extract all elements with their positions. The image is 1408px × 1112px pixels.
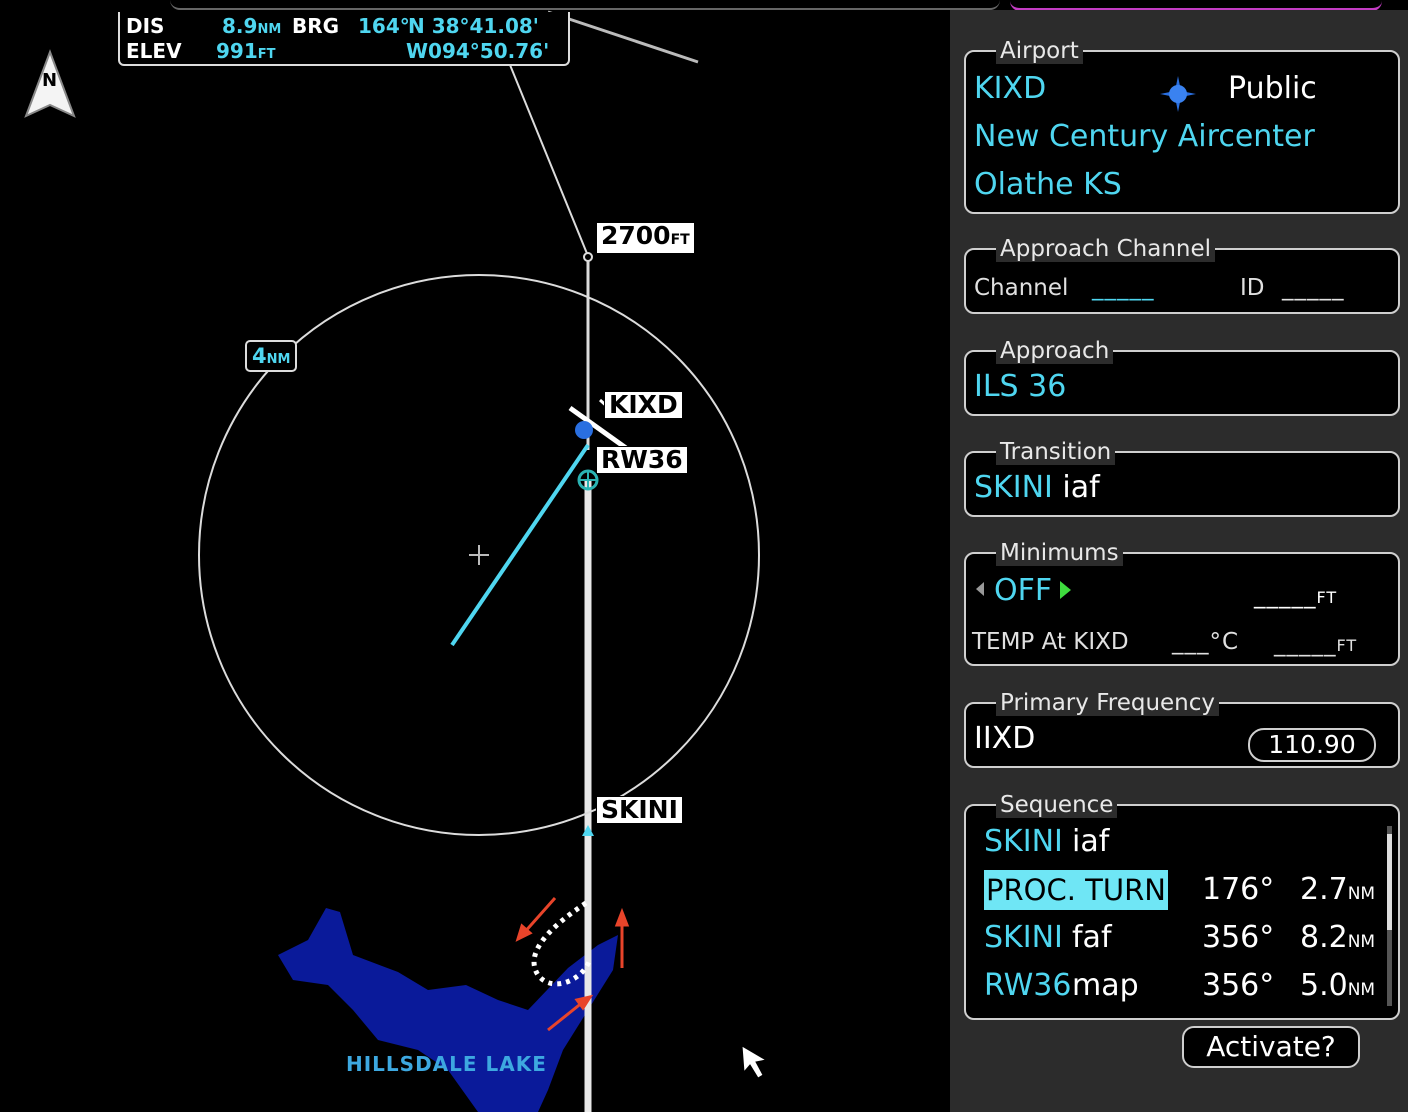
map-center-cross: [469, 545, 489, 565]
sequence-course: 356°: [1202, 968, 1275, 1003]
sequence-title: Sequence: [996, 792, 1118, 818]
moving-map[interactable]: N DIS 8.9NM BRG 164° N 38°41.08' ELEV 99…: [8, 10, 950, 1112]
sequence-fix: SKINI: [984, 920, 1063, 955]
id-value: _____: [1282, 275, 1345, 301]
sequence-box[interactable]: Sequence SKINI iaf PROC. TURN 176° 2.7NM…: [964, 792, 1400, 1020]
sequence-row[interactable]: PROC. TURN 176° 2.7NM: [984, 870, 1379, 912]
sequence-distance: 2.7NM: [1300, 872, 1376, 907]
approach-channel-title: Approach Channel: [996, 236, 1216, 262]
temp-alt-value: _____FT: [1274, 631, 1358, 657]
transition-suffix: iaf: [1062, 470, 1100, 505]
airport-name: New Century Aircenter: [974, 119, 1315, 154]
airport-city: Olathe KS: [974, 167, 1122, 202]
page-title-tab: [170, 0, 1000, 10]
public-airport-icon: [1160, 76, 1196, 112]
frequency-ident: IIXD: [974, 721, 1036, 756]
sequence-course: 176°: [1202, 872, 1275, 907]
primary-frequency-title: Primary Frequency: [996, 690, 1220, 716]
approach-title: Approach: [996, 338, 1114, 364]
map-info-box: DIS 8.9NM BRG 164° N 38°41.08' ELEV 991F…: [118, 12, 570, 66]
transition-title: Transition: [996, 439, 1116, 465]
range-ring-label: 4NM: [245, 340, 298, 372]
sequence-row[interactable]: SKINI faf 356° 8.2NM: [984, 918, 1379, 960]
runway-map-label[interactable]: RW36: [596, 446, 688, 474]
sequence-distance: 8.2NM: [1300, 920, 1376, 955]
airport-title: Airport: [996, 38, 1083, 64]
top-header-strip: [0, 0, 1408, 11]
approach-loading-panel: Airport KIXD Public New Century Aircente…: [950, 10, 1408, 1112]
sequence-row[interactable]: RW36 map 356° 5.0NM: [984, 966, 1379, 1008]
minimums-left-arrow-icon[interactable]: [976, 582, 984, 596]
waypoint-2700: [583, 252, 593, 262]
sequence-type: iaf: [1072, 824, 1110, 859]
skini-fix-marker: [582, 825, 594, 836]
airport-map-label[interactable]: KIXD: [604, 391, 683, 419]
latitude-value: N 38°41.08': [408, 14, 539, 38]
course-line-to-2700: [507, 59, 589, 257]
altitude-label: 2700FT: [596, 222, 695, 254]
minimums-right-arrow-icon[interactable]: [1060, 581, 1071, 599]
minimums-mode[interactable]: OFF: [994, 574, 1052, 608]
transition-value[interactable]: SKINI iaf: [974, 471, 1100, 505]
dis-label: DIS: [126, 14, 165, 38]
aircraft-track-line: [450, 443, 590, 647]
id-label: ID: [1240, 275, 1265, 301]
north-label: N: [42, 70, 58, 91]
course-line-top-right: [547, 10, 699, 64]
airport-box[interactable]: Airport KIXD Public New Century Aircente…: [964, 38, 1400, 214]
airport-symbol: [575, 421, 593, 439]
longitude-value: W094°50.76': [406, 39, 550, 63]
activate-button[interactable]: Activate?: [1182, 1026, 1360, 1068]
sequence-fix: SKINI: [984, 824, 1063, 859]
elev-label: ELEV: [126, 39, 182, 63]
approach-channel-box[interactable]: Approach Channel Channel _____ ID _____: [964, 236, 1400, 314]
sequence-course: 356°: [1202, 920, 1275, 955]
mouse-cursor-icon: [741, 1045, 768, 1079]
temp-label: TEMP At KIXD: [972, 629, 1129, 655]
primary-frequency-box[interactable]: Primary Frequency IIXD 110.90: [964, 690, 1400, 768]
channel-value[interactable]: _____: [1092, 274, 1155, 302]
frequency-button[interactable]: 110.90: [1248, 728, 1376, 762]
approach-box[interactable]: Approach ILS 36: [964, 338, 1400, 416]
temp-value: ___°C: [1172, 629, 1240, 655]
approach-value[interactable]: ILS 36: [974, 370, 1066, 404]
minimums-value: _____FT: [1254, 583, 1338, 609]
sequence-type: faf: [1072, 920, 1112, 955]
minimums-title: Minimums: [996, 540, 1123, 566]
sequence-row[interactable]: SKINI iaf: [984, 822, 1379, 864]
sequence-type: map: [1072, 968, 1139, 1003]
brg-label: BRG: [292, 14, 340, 38]
elev-value: 991: [216, 39, 258, 63]
skini-map-label[interactable]: SKINI: [596, 796, 683, 824]
transition-box[interactable]: Transition SKINI iaf: [964, 439, 1400, 517]
airport-ident[interactable]: KIXD: [974, 72, 1046, 106]
sequence-fix: PROC. TURN: [984, 870, 1168, 910]
sequence-scrollbar[interactable]: [1387, 826, 1392, 1006]
dis-value: 8.9: [222, 14, 258, 38]
hillsdale-lake-shape: [278, 908, 618, 1112]
transition-fix: SKINI: [974, 470, 1053, 505]
map-graphics: [24, 10, 768, 1112]
minimums-box[interactable]: Minimums OFF _____FT TEMP At KIXD ___°C …: [964, 540, 1400, 666]
procedure-turn-path: [531, 900, 593, 987]
sequence-distance: 5.0NM: [1300, 968, 1376, 1003]
channel-label: Channel: [974, 275, 1069, 301]
brg-value: 164°: [358, 14, 410, 38]
lake-label: HILLSDALE LAKE: [346, 1052, 547, 1076]
sequence-fix: RW36: [984, 968, 1072, 1003]
airport-type: Public: [1228, 71, 1317, 106]
